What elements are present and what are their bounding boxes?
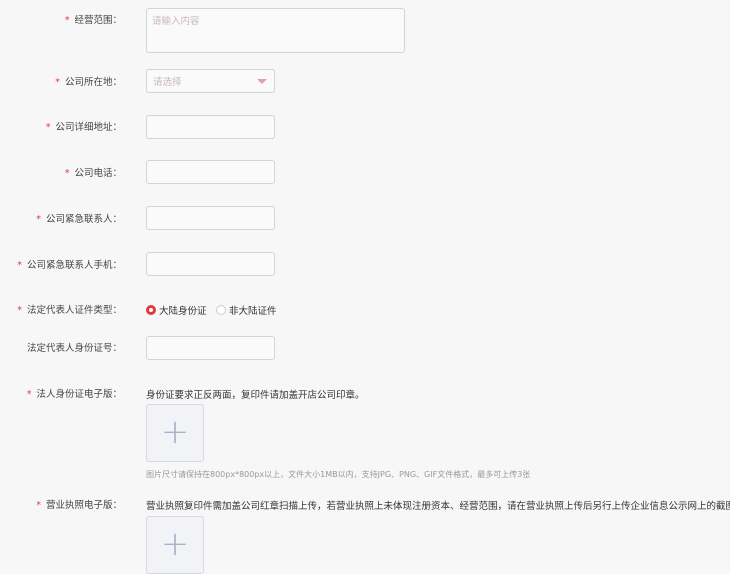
address-input[interactable]: [146, 115, 275, 139]
license-image-upload-button[interactable]: +: [146, 516, 204, 574]
id-image-hint: 图片尺寸请保持在800px*800px以上，文件大小1MB以内，支持JPG、PN…: [146, 470, 531, 479]
label-license-image: * 营业执照电子版：: [36, 500, 122, 511]
id-image-note: 身份证要求正反两面，复印件请加盖开店公司印章。: [146, 390, 365, 401]
chevron-down-icon: [257, 79, 267, 84]
label-scope: * 经营范围：: [64, 15, 122, 26]
radio-checked-icon: [146, 305, 156, 315]
radio-non-mainland-id[interactable]: 非大陆证件: [216, 303, 277, 317]
label-address: * 公司详细地址：: [45, 122, 122, 133]
id-number-input[interactable]: [146, 336, 275, 360]
label-phone: * 公司电话：: [64, 168, 122, 179]
contact-mobile-input[interactable]: [146, 252, 275, 276]
plus-icon: +: [160, 524, 190, 564]
phone-input[interactable]: [146, 160, 275, 184]
label-contact-mobile: * 公司紧急联系人手机：: [17, 260, 122, 271]
label-location: * 公司所在地：: [55, 77, 122, 88]
radio-unchecked-icon: [216, 305, 226, 315]
label-id-number: 法定代表人身份证号：: [26, 343, 122, 354]
scope-textarea[interactable]: 请输入内容: [146, 8, 405, 53]
license-image-note: 营业执照复印件需加盖公司红章扫描上传，若营业执照上未体现注册资本、经营范围，请在…: [146, 501, 730, 512]
location-select[interactable]: 请选择: [146, 69, 275, 93]
contact-input[interactable]: [146, 206, 275, 230]
radio-mainland-id[interactable]: 大陆身份证: [146, 303, 207, 317]
label-contact: * 公司紧急联系人：: [36, 214, 122, 225]
label-id-type: * 法定代表人证件类型：: [17, 305, 122, 316]
plus-icon: +: [160, 412, 190, 452]
label-id-image: * 法人身份证电子版：: [26, 389, 122, 400]
id-image-upload-button[interactable]: +: [146, 404, 204, 462]
